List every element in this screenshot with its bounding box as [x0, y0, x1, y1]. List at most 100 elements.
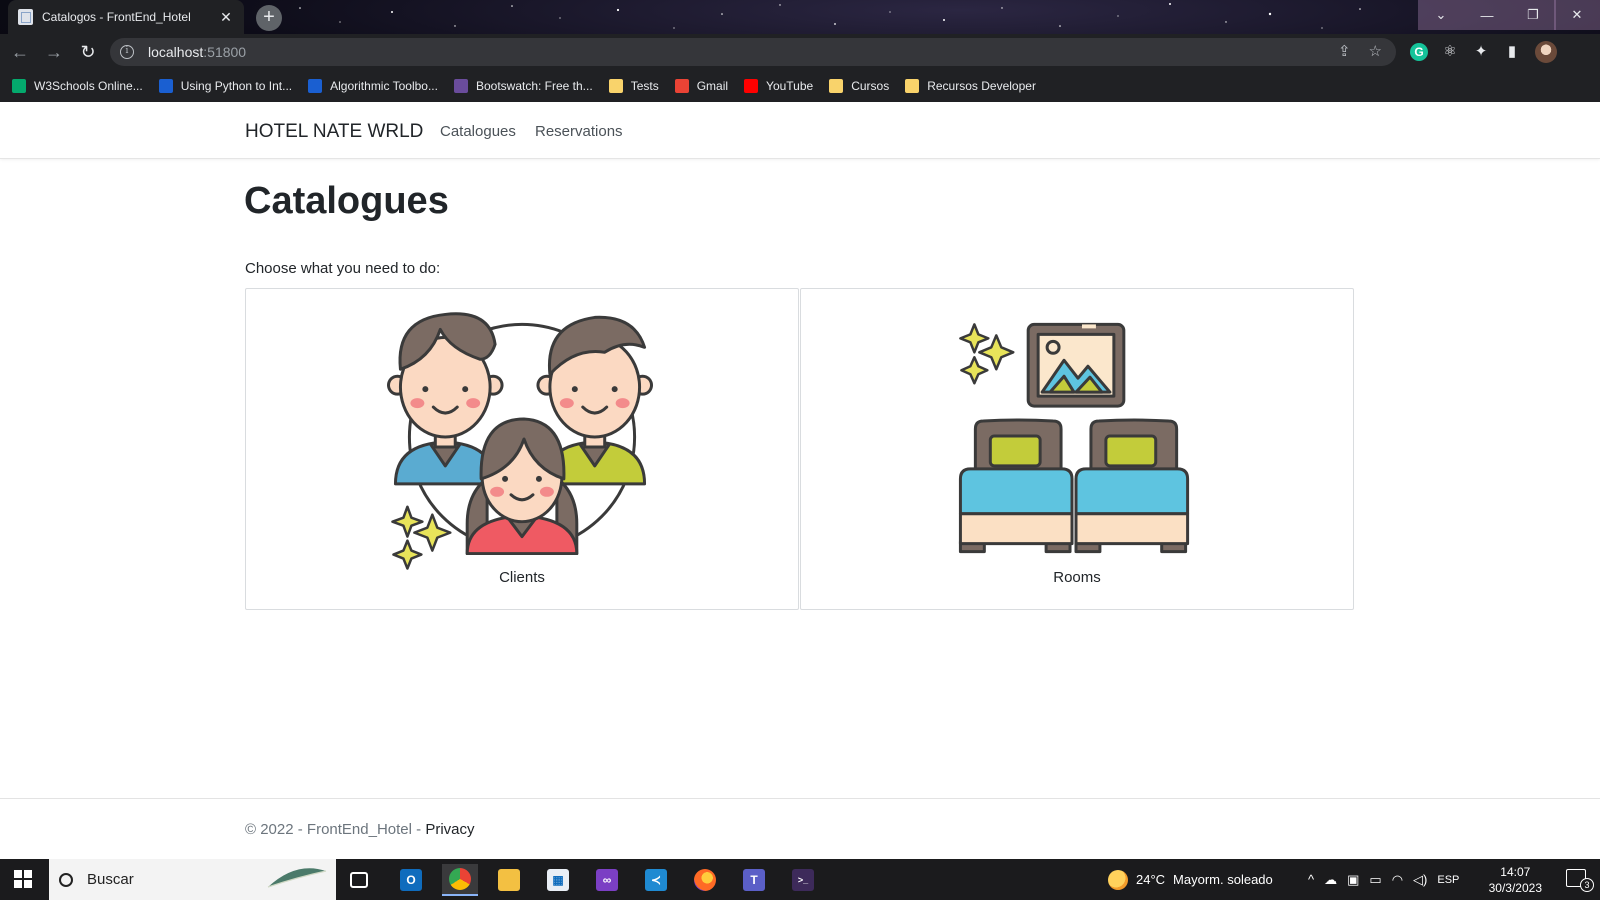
- bookmark-label: Using Python to Int...: [180, 79, 293, 93]
- onedrive-icon[interactable]: ☁: [1324, 872, 1337, 888]
- battery-icon[interactable]: ▭: [1369, 872, 1381, 888]
- search-highlight-feather-icon: [267, 868, 327, 888]
- minimize-button[interactable]: —: [1464, 0, 1510, 30]
- privacy-link[interactable]: Privacy: [425, 821, 474, 838]
- rooms-card[interactable]: Rooms: [800, 288, 1354, 610]
- windows-start-icon[interactable]: [14, 870, 32, 888]
- nav-link-reservations[interactable]: Reservations: [535, 123, 623, 140]
- gmail-icon: [674, 79, 689, 93]
- coursera-icon: [308, 79, 323, 93]
- bookmark-item[interactable]: Cursos: [829, 79, 889, 93]
- site-navbar: HOTEL NATE WRLD Catalogues Reservations: [0, 102, 1600, 159]
- new-tab-button[interactable]: +: [256, 5, 282, 31]
- page-favicon-icon: [18, 9, 33, 25]
- bookmark-label: W3Schools Online...: [34, 79, 143, 93]
- windows-taskbar: Buscar O ▦ ∞ ≺ T >_ 24°C Mayorm. soleado…: [0, 859, 1600, 900]
- page-title: Catalogues: [244, 180, 449, 222]
- extensions-puzzle-icon[interactable]: ✦: [1470, 40, 1492, 62]
- coursera-icon: [158, 79, 173, 93]
- profile-avatar[interactable]: [1535, 41, 1557, 63]
- bookmark-label: Gmail: [696, 79, 729, 93]
- clients-illustration: [386, 312, 654, 570]
- browser-chrome: Catalogos - FrontEnd_Hotel ✕ + ⌄ — ❐ ✕ ←…: [0, 0, 1600, 102]
- grammarly-extension-icon[interactable]: G: [1410, 43, 1428, 61]
- bookmark-item[interactable]: Gmail: [674, 79, 729, 93]
- bookmark-label: Tests: [630, 79, 659, 93]
- weather-sun-icon: [1108, 869, 1128, 890]
- microsoft-store-app-icon[interactable]: ▦: [540, 864, 576, 896]
- footer-text: © 2022 - FrontEnd_Hotel - Privacy: [245, 821, 475, 838]
- bookmark-star-icon[interactable]: ☆: [1369, 42, 1382, 60]
- nav-link-catalogues[interactable]: Catalogues: [440, 123, 516, 140]
- notification-count-badge: 3: [1580, 878, 1594, 892]
- bookmark-item[interactable]: Algorithmic Toolbo...: [308, 79, 438, 93]
- system-tray: ^ ☁ ▣ ▭ ◠ ◁) ESP: [1308, 859, 1459, 900]
- bookmark-label: Recursos Developer: [927, 79, 1036, 93]
- chrome-app-icon[interactable]: [442, 864, 478, 896]
- bookmark-label: Bootswatch: Free th...: [475, 79, 593, 93]
- share-icon[interactable]: ⇪: [1338, 42, 1351, 60]
- folder-icon: [608, 79, 623, 93]
- teams-app-icon[interactable]: T: [736, 864, 772, 896]
- browser-tab-active[interactable]: Catalogos - FrontEnd_Hotel ✕: [8, 0, 244, 34]
- instruction-text: Choose what you need to do:: [245, 260, 441, 277]
- volume-icon[interactable]: ◁): [1413, 872, 1427, 888]
- wifi-icon[interactable]: ◠: [1392, 872, 1403, 888]
- site-footer: © 2022 - FrontEnd_Hotel - Privacy: [0, 798, 1600, 859]
- restore-button[interactable]: ❐: [1510, 0, 1556, 30]
- folder-icon: [829, 79, 844, 93]
- tab-search-button[interactable]: ⌄: [1418, 0, 1464, 30]
- bookmark-item[interactable]: Tests: [608, 79, 659, 93]
- taskbar-clock[interactable]: 14:07 30/3/2023: [1489, 864, 1542, 896]
- search-icon: [59, 872, 73, 887]
- bookmark-item[interactable]: YouTube: [744, 79, 813, 93]
- browser-toolbar: ← → ↻ i localhost:51800 ⇪ ☆: [0, 34, 1600, 70]
- tab-strip: Catalogos - FrontEnd_Hotel ✕ + ⌄ — ❐ ✕: [0, 0, 1600, 34]
- bookmark-item[interactable]: W3Schools Online...: [12, 79, 143, 93]
- youtube-icon: [744, 79, 759, 93]
- copyright-text: © 2022 - FrontEnd_Hotel -: [245, 821, 426, 838]
- vscode-app-icon[interactable]: ≺: [638, 864, 674, 896]
- rooms-illustration: [958, 322, 1190, 554]
- bookmark-label: Algorithmic Toolbo...: [330, 79, 438, 93]
- side-panel-icon[interactable]: ▮: [1501, 40, 1523, 62]
- url-port: :51800: [203, 44, 247, 60]
- input-language[interactable]: ESP: [1437, 874, 1459, 886]
- clock-time: 14:07: [1500, 865, 1531, 879]
- outlook-app-icon[interactable]: O: [393, 864, 429, 896]
- taskbar-search-box[interactable]: Buscar: [49, 859, 336, 900]
- file-explorer-app-icon[interactable]: [491, 864, 527, 896]
- bookmarks-bar: W3Schools Online... Using Python to Int..…: [0, 70, 1600, 102]
- show-hidden-icons-chevron-icon[interactable]: ^: [1308, 872, 1314, 887]
- terminal-app-icon[interactable]: >_: [785, 864, 821, 896]
- bookmark-label: Cursos: [851, 79, 890, 93]
- close-window-button[interactable]: ✕: [1554, 0, 1600, 30]
- url-host: localhost: [148, 44, 204, 60]
- clock-date: 30/3/2023: [1488, 881, 1542, 895]
- meet-now-icon[interactable]: ▣: [1347, 872, 1359, 888]
- visual-studio-app-icon[interactable]: ∞: [589, 864, 625, 896]
- weather-widget[interactable]: 24°C Mayorm. soleado: [1108, 859, 1273, 900]
- site-info-icon[interactable]: i: [120, 45, 134, 59]
- bookmark-item[interactable]: Bootswatch: Free th...: [453, 79, 593, 93]
- firefox-app-icon[interactable]: [687, 864, 723, 896]
- address-bar[interactable]: i localhost:51800 ⇪ ☆: [110, 38, 1396, 66]
- folder-icon: [905, 79, 920, 93]
- taskbar-search-placeholder: Buscar: [87, 871, 134, 888]
- clients-card[interactable]: Clients: [245, 288, 799, 610]
- forward-arrow-icon[interactable]: →: [40, 38, 68, 66]
- bookmark-label: YouTube: [766, 79, 814, 93]
- react-devtools-icon[interactable]: ⚛: [1439, 40, 1461, 62]
- bookmark-item[interactable]: Using Python to Int...: [158, 79, 293, 93]
- rooms-card-label: Rooms: [1053, 569, 1101, 586]
- site-brand-link[interactable]: HOTEL NATE WRLD: [245, 121, 423, 143]
- reload-icon[interactable]: ↻: [74, 38, 102, 66]
- tab-close-icon[interactable]: ✕: [218, 9, 234, 26]
- bookmark-item[interactable]: Recursos Developer: [905, 79, 1036, 93]
- weather-temperature: 24°C: [1136, 872, 1166, 887]
- bootswatch-icon: [453, 79, 468, 93]
- clients-card-label: Clients: [499, 569, 545, 586]
- back-arrow-icon[interactable]: ←: [6, 38, 34, 66]
- tab-title: Catalogos - FrontEnd_Hotel: [42, 10, 191, 24]
- task-view-icon[interactable]: [341, 864, 377, 896]
